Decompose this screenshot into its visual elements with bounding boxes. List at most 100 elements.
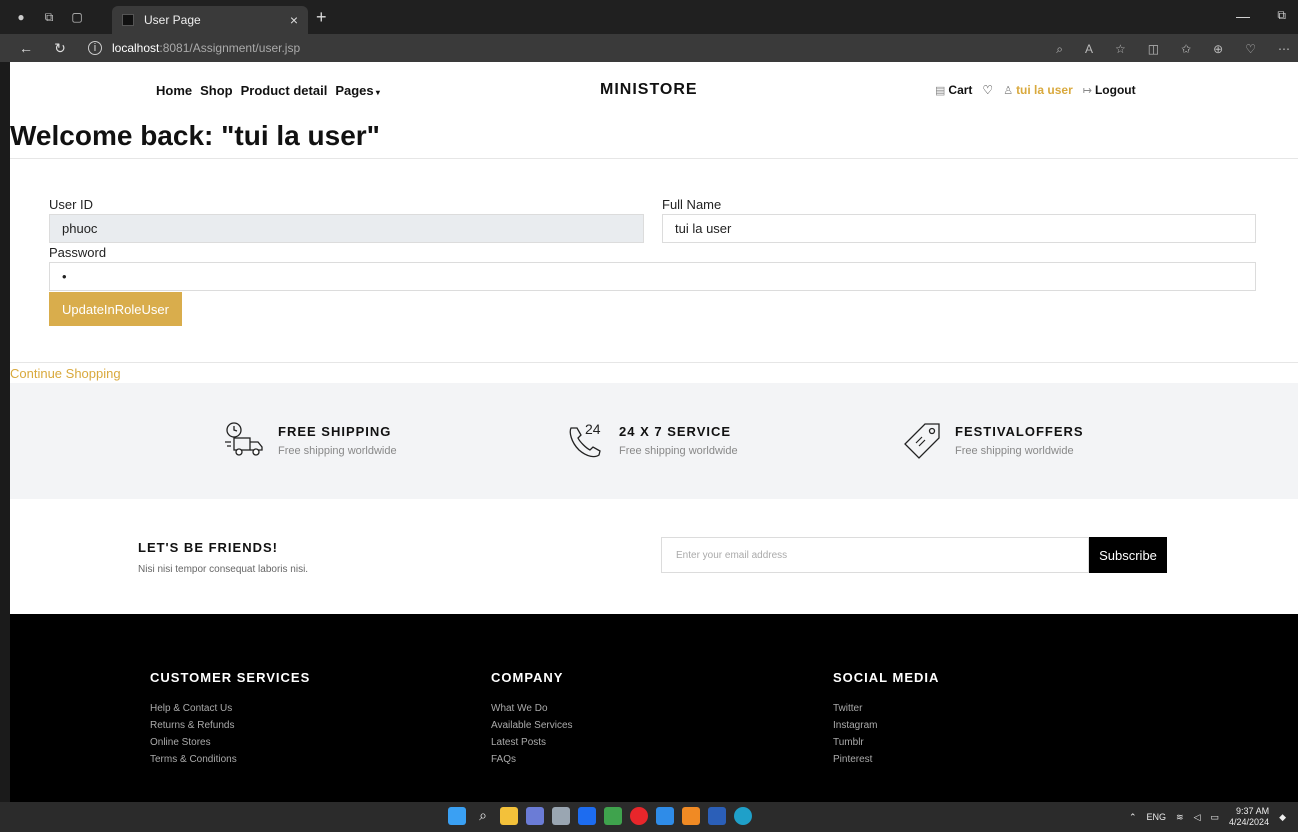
url-field[interactable]: i localhost:8081/Assignment/user.jsp ⌕ A… xyxy=(88,37,1298,59)
tag-icon xyxy=(904,423,940,459)
user-link[interactable]: ♙ tui la user xyxy=(1003,83,1073,97)
edge-icon[interactable] xyxy=(734,807,752,825)
app-cube-icon[interactable] xyxy=(656,807,674,825)
logout-icon: ↦ xyxy=(1082,85,1092,97)
nav-product-detail[interactable]: Product detail xyxy=(241,83,328,98)
footer-link[interactable]: Latest Posts xyxy=(491,737,573,748)
collections-toolbar-icon[interactable]: ⊕ xyxy=(1213,42,1223,57)
nav-actions: ▤ Cart ♡ ♙ tui la user ↦ Logout xyxy=(935,83,1136,97)
footer-link[interactable]: Available Services xyxy=(491,720,573,731)
favorite-star-icon[interactable]: ☆ xyxy=(1115,42,1126,57)
os-taskbar: ⌕ ⌃ ENG ≋ ◁ ▭ 9:37 AM 4/24/2024 ◆ xyxy=(0,802,1298,832)
main-nav: Home Shop Product detail Pages ▾ xyxy=(156,83,380,98)
split-screen-icon[interactable]: ◫ xyxy=(1148,42,1159,57)
word-icon[interactable] xyxy=(708,807,726,825)
clock[interactable]: 9:37 AM 4/24/2024 xyxy=(1229,806,1269,828)
footer-link[interactable]: FAQs xyxy=(491,754,573,765)
full-name-label: Full Name xyxy=(662,197,722,212)
subscribe-button[interactable]: Subscribe xyxy=(1089,537,1167,573)
footer-link[interactable]: What We Do xyxy=(491,703,573,714)
nav-pages[interactable]: Pages ▾ xyxy=(335,83,380,98)
settings-icon[interactable] xyxy=(552,807,570,825)
profile-icon[interactable]: ● xyxy=(14,10,28,24)
logout-link[interactable]: ↦ Logout xyxy=(1083,83,1136,97)
footer-column-company: COMPANY What We Do Available Services La… xyxy=(491,670,573,771)
tab-favicon-icon xyxy=(122,14,134,26)
calendar-icon[interactable] xyxy=(526,807,544,825)
nav-home[interactable]: Home xyxy=(156,83,192,98)
clock-date: 4/24/2024 xyxy=(1229,817,1270,827)
full-name-field[interactable]: tui la user xyxy=(662,214,1256,243)
window-restore-icon[interactable]: ⧉ xyxy=(1277,8,1286,23)
feature-title: FESTIVALOFFERS xyxy=(955,424,1084,439)
back-icon[interactable]: ← xyxy=(18,40,34,56)
browser-tab-bar: ● ⧉ ▢ User Page × + — ⧉ xyxy=(0,0,1298,34)
update-role-button[interactable]: UpdateInRoleUser xyxy=(49,292,182,326)
feature-subtitle: Free shipping worldwide xyxy=(278,445,397,457)
notification-icon[interactable]: ◆ xyxy=(1279,812,1286,823)
tray-chevron-icon[interactable]: ⌃ xyxy=(1129,812,1137,823)
site-navbar: Home Shop Product detail Pages ▾ MINISTO… xyxy=(10,62,1298,120)
brand-logo[interactable]: MINISTORE xyxy=(600,81,698,99)
favorites-icon[interactable]: ✩ xyxy=(1181,42,1191,57)
footer-link[interactable]: Returns & Refunds xyxy=(150,720,310,731)
start-icon[interactable] xyxy=(448,807,466,825)
user-icon: ♙ xyxy=(1003,85,1014,97)
truck-icon xyxy=(225,422,263,456)
phone-24-icon: 24 xyxy=(569,421,601,458)
tab-title: User Page xyxy=(144,13,201,27)
volume-icon[interactable]: ◁ xyxy=(1194,812,1201,823)
footer-heading: SOCIAL MEDIA xyxy=(833,670,940,685)
app-l-icon[interactable] xyxy=(578,807,596,825)
xbox-icon[interactable] xyxy=(604,807,622,825)
footer-link[interactable]: Online Stores xyxy=(150,737,310,748)
feature-festival-offers: FESTIVALOFFERS Free shipping worldwide xyxy=(903,420,1084,460)
footer-link[interactable]: Terms & Conditions xyxy=(150,754,310,765)
browser-tab[interactable]: User Page × xyxy=(112,6,308,34)
feature-title: FREE SHIPPING xyxy=(278,424,392,439)
minimize-icon[interactable]: — xyxy=(1236,8,1250,24)
nav-shop[interactable]: Shop xyxy=(200,83,233,98)
search-icon[interactable]: ⌕ xyxy=(474,807,492,825)
feature-subtitle: Free shipping worldwide xyxy=(955,445,1074,457)
user-id-label: User ID xyxy=(49,197,94,212)
footer-link[interactable]: Instagram xyxy=(833,720,939,731)
footer-link[interactable]: Twitter xyxy=(833,703,939,714)
features-section: FREE SHIPPING Free shipping worldwide 24… xyxy=(10,383,1298,499)
logout-label: Logout xyxy=(1094,83,1136,97)
more-icon[interactable]: ⋯ xyxy=(1278,42,1290,57)
collections-icon[interactable]: ⧉ xyxy=(42,10,56,24)
footer-link[interactable]: Pinterest xyxy=(833,754,939,765)
continue-shopping-link[interactable]: Continue Shopping xyxy=(10,366,121,381)
password-field[interactable]: • xyxy=(49,262,1256,291)
battery-icon[interactable]: ▭ xyxy=(1211,812,1220,823)
wishlist-heart-icon[interactable]: ♡ xyxy=(982,83,993,97)
clock-time: 9:37 AM xyxy=(1236,806,1270,816)
url-host: localhost xyxy=(112,41,160,55)
refresh-icon[interactable]: ↻ xyxy=(52,40,68,57)
wifi-icon[interactable]: ≋ xyxy=(1176,812,1184,823)
cart-link[interactable]: ▤ Cart xyxy=(935,83,972,97)
copilot-icon[interactable]: ♡ xyxy=(1245,42,1256,57)
site-footer: CUSTOMER SERVICES Help & Contact Us Retu… xyxy=(10,614,1298,802)
language-indicator[interactable]: ENG xyxy=(1147,812,1167,822)
app-orange-icon[interactable] xyxy=(682,807,700,825)
opera-icon[interactable] xyxy=(630,807,648,825)
read-aloud-icon[interactable]: A xyxy=(1085,42,1093,57)
footer-link[interactable]: Help & Contact Us xyxy=(150,703,310,714)
feature-title: 24 X 7 SERVICE xyxy=(619,424,732,439)
tab-actions-icon[interactable]: ▢ xyxy=(70,10,84,24)
file-explorer-icon[interactable] xyxy=(500,807,518,825)
feature-free-shipping: FREE SHIPPING Free shipping worldwide xyxy=(222,420,397,458)
translate-icon[interactable]: ⌕ xyxy=(1056,42,1063,57)
welcome-heading: Welcome back: "tui la user" xyxy=(10,120,380,151)
system-tray: ⌃ ENG ≋ ◁ ▭ 9:37 AM 4/24/2024 ◆ xyxy=(1129,806,1286,828)
new-tab-button[interactable]: + xyxy=(316,7,327,28)
url-path: :8081/Assignment/user.jsp xyxy=(159,41,301,55)
footer-link[interactable]: Tumblr xyxy=(833,737,939,748)
email-input[interactable]: Enter your email address xyxy=(661,537,1089,573)
user-id-field[interactable]: phuoc xyxy=(49,214,644,243)
svg-text:24: 24 xyxy=(585,421,601,437)
tab-close-icon[interactable]: × xyxy=(290,12,298,28)
site-info-icon[interactable]: i xyxy=(88,41,102,55)
